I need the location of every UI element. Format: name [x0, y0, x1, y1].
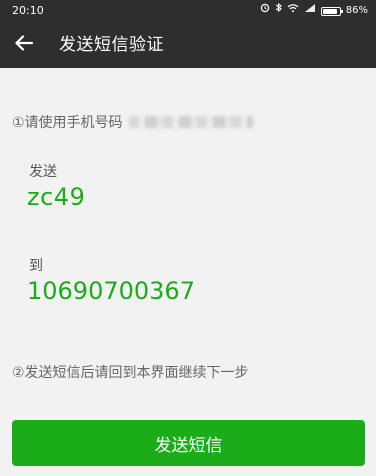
- bluetooth-icon: [275, 0, 282, 22]
- to-label: 到: [29, 258, 43, 274]
- battery-icon: [320, 6, 343, 16]
- alarm-icon: [260, 0, 270, 22]
- arrow-left-icon: [15, 35, 34, 55]
- back-button[interactable]: [10, 31, 38, 59]
- status-time: 20:10: [12, 4, 44, 17]
- destination-number: 10690700367: [27, 277, 195, 305]
- send-sms-button[interactable]: 发送短信: [12, 420, 365, 466]
- app-bar: 发送短信验证: [0, 22, 376, 68]
- wifi-icon: [287, 0, 299, 22]
- signal-icon: [304, 0, 316, 22]
- page-title: 发送短信验证: [59, 35, 164, 55]
- battery-fill: [322, 8, 337, 14]
- step2-instruction: ②发送短信后请回到本界面继续下一步: [12, 365, 249, 381]
- battery-percent: 86%: [345, 5, 368, 16]
- sms-content-code: zc49: [27, 183, 86, 211]
- step1-text: ①请使用手机号码: [12, 115, 123, 131]
- masked-phone-number: [128, 116, 253, 128]
- send-label: 发送: [29, 164, 57, 180]
- main-content: ①请使用手机号码 发送 zc49 到 10690700367 ②发送短信后请回到…: [0, 68, 376, 476]
- step1-instruction: ①请使用手机号码: [12, 112, 253, 132]
- status-bar: 20:10 86%: [0, 0, 376, 22]
- status-icons: 86%: [260, 0, 368, 22]
